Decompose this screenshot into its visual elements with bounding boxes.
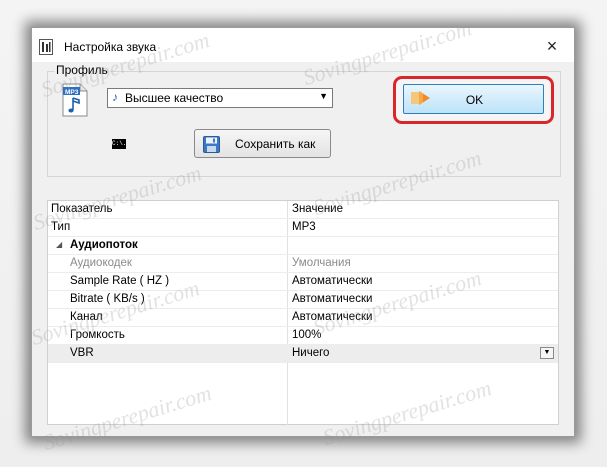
close-button[interactable]: × [540, 35, 564, 57]
save-as-label: Сохранить как [235, 137, 316, 151]
sound-settings-dialog: Настройка звука × Профиль MP3 ♪ Высшее к… [31, 27, 575, 437]
profile-quality-select[interactable]: ♪ Высшее качество ▼ [107, 88, 333, 108]
window-title: Настройка звука [64, 40, 157, 54]
app-icon [39, 39, 53, 58]
mp3-file-icon: MP3 [62, 83, 88, 120]
row-key: Громкость [70, 329, 125, 341]
row-value: 100% [292, 329, 322, 341]
close-icon: × [546, 36, 558, 56]
music-note-icon: ♪ [112, 90, 118, 104]
ok-button-label: OK [465, 93, 484, 107]
table-row[interactable]: Sample Rate ( HZ ) Автоматически [48, 273, 558, 291]
row-key: Sample Rate ( HZ ) [70, 275, 170, 287]
row-value: Автоматически [292, 293, 373, 305]
properties-grid: Показатель Значение Тип MP3 ◢ Аудиопоток… [47, 200, 559, 425]
table-row[interactable]: Bitrate ( KB/s ) Автоматически [48, 291, 558, 309]
table-row[interactable]: Громкость 100% [48, 327, 558, 345]
title-bar: Настройка звука × [32, 28, 574, 62]
header-key: Показатель [51, 203, 113, 215]
grid-header-row: Показатель Значение [48, 201, 558, 219]
table-row[interactable]: Тип MP3 [48, 219, 558, 237]
dropdown-arrow-icon[interactable]: ▼ [540, 347, 554, 359]
floppy-save-icon [203, 136, 220, 156]
header-value: Значение [292, 203, 343, 215]
row-key: Аудиокодек [70, 257, 132, 269]
ok-button[interactable]: OK [403, 84, 544, 114]
row-key: Аудиопоток [70, 239, 138, 251]
row-key: Канал [70, 311, 103, 323]
table-row[interactable]: Канал Автоматически [48, 309, 558, 327]
row-value: MP3 [292, 221, 316, 233]
cmd-icon: C:\. [112, 139, 127, 149]
row-value: Автоматически [292, 275, 373, 287]
mp3-badge-text: MP3 [65, 89, 79, 96]
row-key: Тип [51, 221, 71, 233]
save-as-button[interactable]: Сохранить как [194, 129, 331, 158]
table-row-selected[interactable]: VBR Ничего ▼ [48, 345, 558, 363]
row-value: Автоматически [292, 311, 373, 323]
group-row-audio-stream[interactable]: ◢ Аудиопоток [48, 237, 558, 255]
chevron-down-icon: ▼ [319, 91, 328, 101]
row-key: VBR [70, 347, 94, 359]
row-key: Bitrate ( KB/s ) [70, 293, 145, 305]
row-value: Ничего [292, 347, 330, 359]
profile-quality-value: Высшее качество [125, 91, 224, 105]
row-value: Умолчания [292, 257, 351, 269]
table-row[interactable]: Аудиокодек Умолчания [48, 255, 558, 273]
profile-legend: Профиль [54, 63, 110, 77]
collapse-triangle-icon[interactable]: ◢ [56, 240, 62, 249]
